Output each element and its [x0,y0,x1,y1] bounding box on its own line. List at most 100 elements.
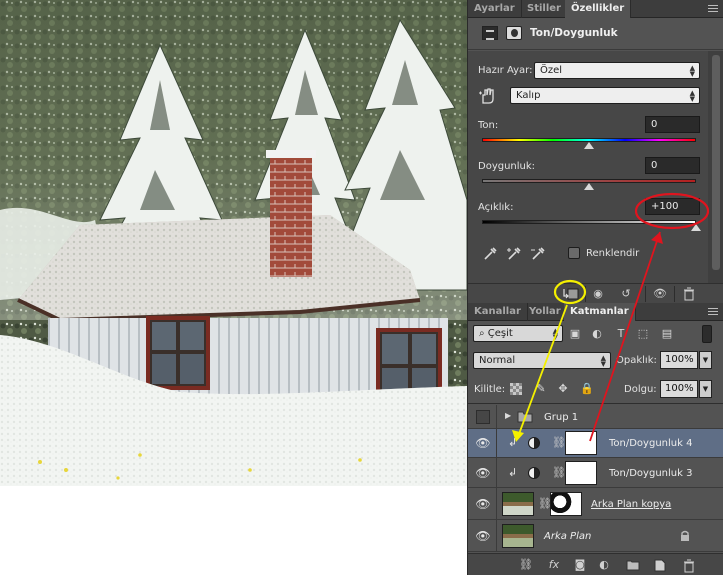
scrollbar-thumb[interactable] [712,55,720,270]
saturation-input[interactable]: 0 [645,157,700,174]
clip-arrow-icon: ↲ [508,436,518,449]
new-layer-icon[interactable] [654,559,666,572]
properties-footer: ◉ ↺ 👁 [468,283,723,303]
layer-row-hue-saturation-4[interactable]: 👁 ↲ ⛓ Ton/Doygunluk 4 [468,429,723,458]
lock-all-icon[interactable]: 🔒 [580,382,594,395]
eye-icon[interactable]: 👁 [472,497,494,511]
new-adjustment-layer-icon[interactable]: ◐ [596,558,612,572]
layer-list: ▶ Grup 1 👁 ↲ ⛓ Ton/Doygunluk 4 👁 ↲ ⛓ Ton… [468,405,723,553]
blend-mode-select[interactable]: Normal ▲ ▼ [473,352,611,369]
mask-icon[interactable] [506,26,522,40]
document-canvas[interactable] [0,0,467,486]
layer-filter-bar: ⌕ Çeşit ▲ ▼ ▣ ◐ T ⬚ ▤ [468,322,723,346]
adjustment-icon [528,437,540,449]
visibility-toggle[interactable] [476,410,490,424]
lock-label: Kilitle: [474,384,506,395]
channel-value: Kalıp [516,90,541,101]
clip-to-layer-icon[interactable] [563,287,579,301]
view-previous-state-icon[interactable]: ◉ [590,287,606,301]
fill-label: Dolgu: [624,384,657,395]
right-panel: Ayarlar Stiller Özellikler Ton/Doygunluk… [467,0,723,575]
filter-adjustment-icon[interactable]: ◐ [590,327,604,340]
layer-style-fx-icon[interactable]: fx [546,558,562,572]
eye-icon[interactable]: 👁 [472,529,494,543]
layer-mask-thumbnail[interactable] [565,431,597,455]
lightness-input[interactable]: +100 [645,198,700,215]
eyedropper-icon[interactable] [482,246,498,262]
opacity-label: Opaklık: [616,355,657,366]
filter-type-icon[interactable]: T [614,327,628,340]
filter-pixel-icon[interactable]: ▣ [568,327,582,340]
fill-input[interactable]: 100% [660,380,698,398]
lightness-slider-track[interactable] [482,220,696,224]
blend-mode-value: Normal [479,355,516,366]
eye-icon[interactable]: 👁 [472,466,494,480]
chain-link-icon[interactable]: ⛓ [552,436,566,449]
properties-title: Ton/Doygunluk [530,27,618,39]
trash-icon[interactable] [682,559,696,573]
photo-winter-house [0,0,467,486]
layer-name: Arka Plan kopya [591,499,672,510]
tab-channels[interactable]: Kanallar [468,303,528,321]
clip-arrow-icon: ↲ [508,466,518,479]
link-layers-icon[interactable]: ⛓ [518,558,534,572]
properties-scrollbar[interactable] [708,51,723,283]
hue-input[interactable]: 0 [645,116,700,133]
hue-label: Ton: [478,120,499,131]
blend-opacity-row: Normal ▲ ▼ Opaklık: 100% ▼ [468,346,723,376]
layer-row-hue-saturation-3[interactable]: 👁 ↲ ⛓ Ton/Doygunluk 3 [468,458,723,488]
opacity-dropdown-arrow-icon[interactable]: ▼ [699,351,712,369]
tab-layers[interactable]: Katmanlar [564,303,636,321]
layer-name: Ton/Doygunluk 3 [609,468,693,479]
lock-position-icon[interactable]: ✥ [556,382,570,395]
filter-smart-object-icon[interactable]: ▤ [660,327,674,340]
filter-kind-select[interactable]: ⌕ Çeşit ▲ ▼ [473,325,563,342]
workspace: Ayarlar Stiller Özellikler Ton/Doygunluk… [0,0,723,575]
lock-transparent-icon[interactable] [510,383,522,395]
layer-row-group[interactable]: ▶ Grup 1 [468,405,723,429]
layer-thumbnail[interactable] [502,492,534,516]
tab-properties[interactable]: Özellikler [565,0,632,18]
eye-icon[interactable]: 👁 [472,436,494,450]
adjustment-layer-icon[interactable] [482,26,498,40]
panel-menu-icon[interactable] [708,308,718,316]
fill-dropdown-arrow-icon[interactable]: ▼ [699,380,712,398]
visibility-eye-icon[interactable]: 👁 [652,287,668,301]
eyedropper-minus-icon[interactable] [530,246,546,262]
layer-mask-thumbnail[interactable] [550,492,582,516]
select-arrows-icon: ▲ ▼ [600,354,606,368]
hand-adjust-icon[interactable] [478,87,498,105]
tab-paths[interactable]: Yollar [523,303,568,321]
new-group-folder-icon[interactable] [626,559,640,571]
channel-select[interactable]: Kalıp ▲ ▼ [510,87,700,104]
saturation-slider-knob[interactable] [584,183,594,190]
opacity-input[interactable]: 100% [660,351,698,369]
colorize-checkbox[interactable] [568,247,580,259]
hue-slider-knob[interactable] [584,142,594,149]
layer-row-background[interactable]: 👁 Arka Plan [468,520,723,552]
expand-arrow-icon[interactable]: ▶ [505,411,511,420]
layer-name: Grup 1 [544,412,579,423]
lightness-slider-knob[interactable] [691,224,701,231]
layer-mask-thumbnail[interactable] [565,461,597,485]
reset-icon[interactable]: ↺ [618,287,634,301]
lock-icon [681,530,689,541]
tab-adjustments[interactable]: Ayarlar [468,0,522,18]
trash-icon[interactable] [682,287,696,301]
panel-menu-icon[interactable] [708,5,718,13]
eyedropper-plus-icon[interactable] [506,246,522,262]
filter-shape-icon[interactable]: ⬚ [636,327,650,340]
properties-tab-bar: Ayarlar Stiller Özellikler [468,0,723,18]
add-mask-icon[interactable]: ◙ [572,558,588,572]
layers-tab-bar: Kanallar Yollar Katmanlar [468,303,723,321]
layer-thumbnail[interactable] [502,524,534,548]
saturation-label: Doygunluk: [478,161,536,172]
tab-styles[interactable]: Stiller [521,0,568,18]
preset-select[interactable]: Özel ▲ ▼ [534,62,700,79]
chain-link-icon[interactable]: ⛓ [552,466,566,479]
lightness-label: Açıklık: [478,202,514,213]
filter-toggle[interactable] [702,325,712,343]
select-arrows-icon: ▲ ▼ [552,327,558,341]
layer-row-background-copy[interactable]: 👁 ⛓ Arka Plan kopya [468,488,723,520]
lock-pixels-icon[interactable]: ✎ [534,382,548,395]
